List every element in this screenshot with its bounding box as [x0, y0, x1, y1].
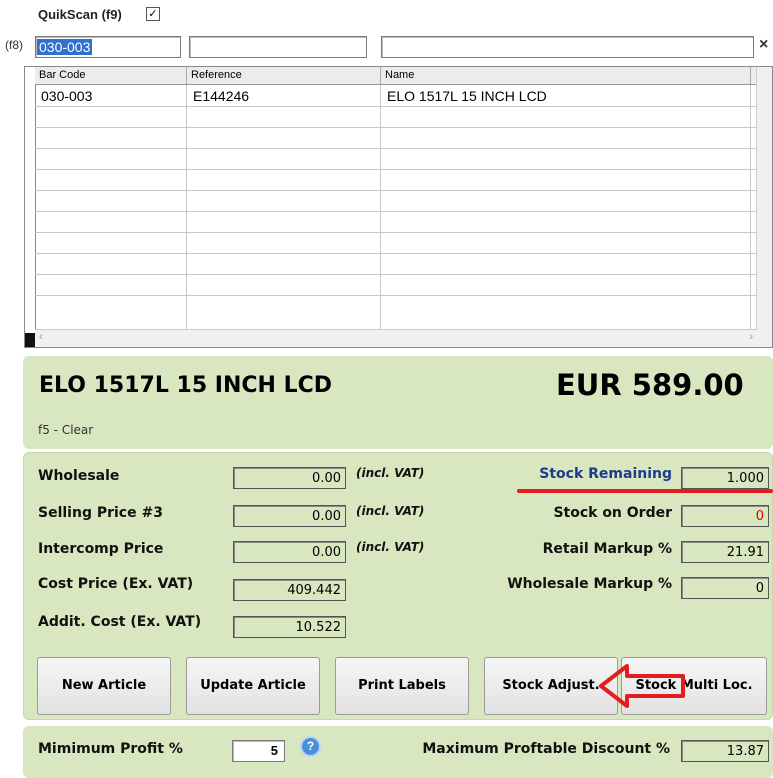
wholesale-value: 0.00	[233, 467, 346, 489]
empty-row[interactable]	[35, 127, 757, 149]
update-article-button[interactable]: Update Article	[186, 657, 320, 715]
article-name: ELO 1517L 15 INCH LCD	[39, 373, 333, 398]
empty-row[interactable]	[35, 211, 757, 233]
print-labels-button[interactable]: Print Labels	[335, 657, 469, 715]
cost-price-value: 409.442	[233, 579, 346, 601]
article-price: EUR 589.00	[556, 368, 744, 402]
horizontal-scrollbar[interactable]: ‹ ›	[35, 329, 757, 347]
intercomp-price-label: Intercomp Price	[38, 541, 164, 557]
wholesale-markup-label: Wholesale Markup %	[507, 576, 672, 592]
empty-row[interactable]	[35, 274, 757, 296]
help-icon[interactable]: ?	[302, 738, 319, 755]
scroll-right-icon[interactable]: ›	[749, 331, 753, 343]
column-header-reference[interactable]: Reference	[187, 67, 381, 84]
selling-vat-note: (incl. VAT)	[356, 504, 425, 518]
empty-row[interactable]	[35, 253, 757, 275]
empty-row[interactable]	[35, 106, 757, 128]
name-search-input[interactable]	[381, 36, 754, 58]
minimum-profit-label: Mimimum Profit %	[38, 741, 183, 757]
wholesale-markup-value: 0	[681, 577, 769, 599]
quikscan-label: QuikScan (f9)	[38, 7, 122, 22]
annotation-arrow-icon	[599, 664, 685, 708]
selling-price-label: Selling Price #3	[38, 505, 163, 521]
close-icon[interactable]: ×	[759, 36, 768, 54]
retail-markup-value: 21.91	[681, 541, 769, 563]
cell-name: ELO 1517L 15 INCH LCD	[381, 85, 751, 106]
cell-barcode: 030-003	[35, 85, 187, 106]
column-header-barcode[interactable]: Bar Code	[35, 67, 187, 84]
wholesale-label: Wholesale	[38, 468, 120, 484]
stock-on-order-value: 0	[681, 505, 769, 527]
stock-remaining-value: 1.000	[681, 467, 769, 489]
vertical-scrollbar[interactable]	[756, 67, 772, 347]
retail-markup-label: Retail Markup %	[542, 541, 672, 557]
barcode-search-input[interactable]: 030-003	[35, 36, 181, 58]
intercomp-price-value: 0.00	[233, 541, 346, 563]
grid-header: Bar Code Reference Name	[35, 67, 772, 85]
cost-price-label: Cost Price (Ex. VAT)	[38, 576, 194, 592]
annotation-underline	[517, 489, 773, 493]
column-header-name[interactable]: Name	[381, 67, 751, 84]
empty-row[interactable]	[35, 295, 757, 330]
reference-search-input[interactable]	[189, 36, 367, 58]
row-indicator-marker	[25, 333, 35, 347]
clear-shortcut-hint: f5 - Clear	[38, 423, 94, 437]
table-row[interactable]: 030-003 E144246 ELO 1517L 15 INCH LCD	[35, 85, 757, 107]
additional-cost-label: Addit. Cost (Ex. VAT)	[38, 614, 202, 630]
empty-row[interactable]	[35, 190, 757, 212]
empty-row[interactable]	[35, 169, 757, 191]
wholesale-vat-note: (incl. VAT)	[356, 466, 425, 480]
intercomp-vat-note: (incl. VAT)	[356, 540, 425, 554]
empty-row[interactable]	[35, 148, 757, 170]
max-discount-label: Maximum Proftable Discount %	[422, 741, 670, 757]
minimum-profit-input[interactable]: 5	[232, 740, 285, 762]
results-grid: Bar Code Reference Name 030-003 E144246 …	[24, 66, 773, 348]
new-article-button[interactable]: New Article	[37, 657, 171, 715]
f8-shortcut-label: (f8)	[5, 38, 23, 52]
selling-price-value: 0.00	[233, 505, 346, 527]
max-discount-value: 13.87	[681, 740, 769, 762]
stock-remaining-label: Stock Remaining	[539, 466, 672, 482]
stock-on-order-label: Stock on Order	[553, 505, 672, 521]
cell-reference: E144246	[187, 85, 381, 106]
scroll-left-icon[interactable]: ‹	[39, 331, 43, 343]
barcode-search-value: 030-003	[37, 39, 93, 55]
additional-cost-value: 10.522	[233, 616, 346, 638]
quikscan-checkbox[interactable]: ✓	[146, 7, 160, 21]
empty-row[interactable]	[35, 232, 757, 254]
